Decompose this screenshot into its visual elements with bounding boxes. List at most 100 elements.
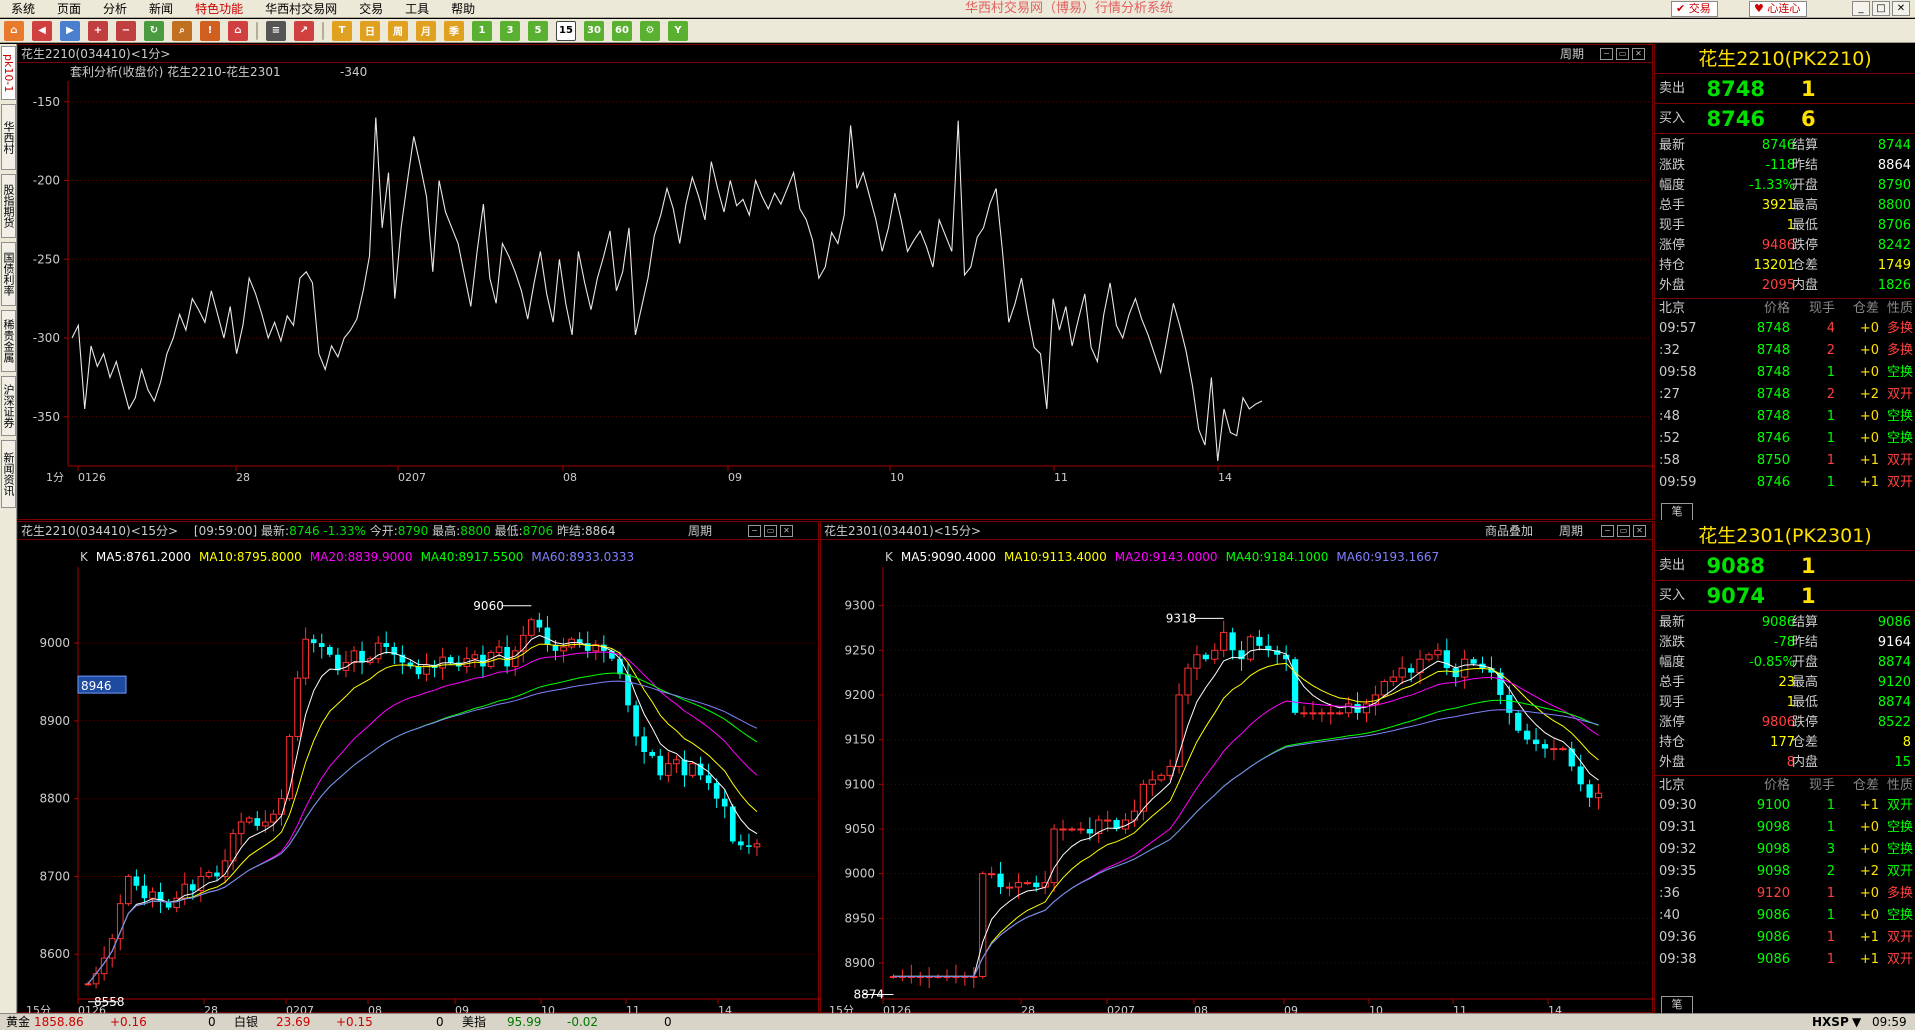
side-tab-0[interactable]: pk10-1 (1, 46, 16, 100)
y-tick-label: 8600 (39, 947, 70, 961)
candle-body (270, 813, 277, 823)
bid-price: 9074 (1706, 584, 1765, 608)
tick-oi-change: +2 (1859, 387, 1879, 402)
ask-row: 卖出 9088 1 (1655, 551, 1915, 581)
ask-qty: 1 (1801, 554, 1816, 578)
menu-item-8[interactable]: 帮助 (440, 0, 486, 18)
menu-item-2[interactable]: 分析 (92, 0, 138, 18)
period-custom-icon[interactable]: ⚙ (640, 20, 660, 41)
home-icon[interactable]: ⌂ (4, 20, 24, 41)
menu-item-6[interactable]: 交易 (348, 0, 394, 18)
maximize-icon[interactable]: □ (1872, 1, 1890, 16)
tick-volume: 1 (1826, 820, 1835, 835)
restore-icon[interactable]: ▭ (764, 525, 777, 537)
pane-close-icon[interactable]: ✕ (1632, 48, 1645, 60)
zoom-out-icon[interactable]: − (748, 525, 761, 537)
stat-label: 现手 (1659, 218, 1686, 233)
tick-volume: 2 (1826, 387, 1835, 402)
period-60min-icon[interactable]: 60 (612, 20, 632, 41)
tick-time: 09:35 (1659, 864, 1697, 879)
candle-body (1193, 654, 1201, 669)
period-1min-icon[interactable]: 1 (472, 20, 492, 41)
tick-time: 09:36 (1659, 930, 1697, 945)
spread-chart[interactable]: -150 -200 -250 -300 -350 0126 28 0207 08 09 10 11 14… (18, 64, 1654, 520)
period-button[interactable]: 周期 (1559, 522, 1583, 540)
period-tick-icon[interactable]: T (332, 20, 352, 41)
period-3min-icon[interactable]: 3 (500, 20, 520, 41)
candle-body (1050, 828, 1058, 884)
period-season-icon[interactable]: 季 (444, 20, 464, 41)
menu-item-1[interactable]: 页面 (46, 0, 92, 18)
period-button[interactable]: 周期 (688, 522, 712, 540)
interval-label: 1分 (46, 471, 64, 484)
menu-item-0[interactable]: 系统 (0, 0, 46, 18)
house-icon[interactable]: ⌂ (228, 20, 248, 41)
info-value-1: -1.33% (323, 524, 366, 538)
period-button[interactable]: 周期 (1560, 45, 1584, 63)
side-tab-4[interactable]: 稀贵金属 (1, 310, 16, 372)
side-tab-6[interactable]: 新闻资讯 (1, 440, 16, 508)
tick-oi-change: +0 (1859, 820, 1879, 835)
y-tick-label: -250 (33, 252, 60, 266)
stat-value: 8874 (1877, 655, 1911, 670)
candle-body (504, 647, 510, 667)
forward-icon[interactable]: ▶ (60, 20, 80, 41)
menu-item-5[interactable]: 华西村交易网 (254, 0, 348, 18)
tick-oi-change: +2 (1859, 864, 1879, 879)
alert-icon[interactable]: ! (200, 20, 220, 41)
candle-body (753, 843, 761, 848)
link-button[interactable]: ♥ 心连心 (1749, 1, 1808, 17)
stat-value: 1749 (1877, 258, 1911, 273)
kline-chart-2210[interactable]: 8600 8700 8800 8900 9000 K MA5:8761.2000 MA10:8… (18, 541, 820, 1013)
restore-icon[interactable]: ▭ (1617, 525, 1630, 537)
side-tab-3[interactable]: 国债利率 (1, 242, 16, 306)
ticks-header: 北京 价格 现手 仓差 性质 (1655, 776, 1915, 795)
ma-line-5 (893, 648, 1599, 977)
candle-body (527, 619, 535, 636)
pane-close-icon[interactable]: ✕ (780, 525, 793, 537)
period-year-icon[interactable]: Y (668, 20, 688, 41)
minimize-icon[interactable]: _ (1852, 1, 1870, 16)
ticks-tab[interactable]: 笔 (1661, 503, 1693, 520)
chart-icon[interactable]: ↗ (294, 20, 314, 41)
y-tick-label: -200 (33, 174, 60, 188)
close-icon[interactable]: ✕ (1892, 1, 1910, 16)
zoom-out-icon[interactable]: − (1600, 48, 1613, 60)
side-tab-5[interactable]: 沪深证券 (1, 376, 16, 436)
menu-item-4[interactable]: 特色功能 (184, 0, 254, 18)
menu-item-3[interactable]: 新闻 (138, 0, 184, 18)
y-tick-label: 8950 (844, 911, 875, 925)
ticks-tab[interactable]: 笔 (1661, 996, 1693, 1013)
kline-pane-2210: 花生2210(034410)<15分> [09:59:00] 最新:8746 -… (17, 521, 820, 1013)
pane-close-icon[interactable]: ✕ (1633, 525, 1646, 537)
zoom-out-icon[interactable]: − (1601, 525, 1614, 537)
candle-body (1130, 810, 1139, 821)
side-tab-1[interactable]: 华西村 (1, 104, 16, 170)
period-day-icon[interactable]: 日 (360, 20, 380, 41)
list-icon[interactable]: ≡ (266, 20, 286, 41)
stat-label: 跌停 (1792, 715, 1819, 730)
y-tick-label: 9300 (844, 599, 875, 613)
side-tab-2[interactable]: 股指期货 (1, 174, 16, 238)
zoom-out-icon[interactable]: − (116, 20, 136, 41)
search-icon[interactable]: ⌕ (172, 20, 192, 41)
y-tick-label: 8700 (39, 869, 70, 883)
period-30min-icon[interactable]: 30 (584, 20, 604, 41)
period-15min-icon[interactable]: 15 (556, 20, 576, 41)
refresh-icon[interactable]: ↻ (144, 20, 164, 41)
overlay-button[interactable]: 商品叠加 (1485, 522, 1533, 540)
zoom-in-icon[interactable]: + (88, 20, 108, 41)
kline-chart-2301[interactable]: 8900 8950 9000 9050 9100 9150 9200 9250 9300 K MA5… (821, 541, 1654, 1013)
menu-item-7[interactable]: 工具 (394, 0, 440, 18)
period-month-icon[interactable]: 月 (416, 20, 436, 41)
usd-price: 95.99 (507, 1015, 542, 1029)
period-5min-icon[interactable]: 5 (528, 20, 548, 41)
restore-icon[interactable]: ▭ (1616, 48, 1629, 60)
back-icon[interactable]: ◀ (32, 20, 52, 41)
info-value-4: 8706 (522, 524, 554, 538)
stat-value: 1826 (1877, 278, 1911, 293)
tick-time: :40 (1659, 908, 1680, 923)
period-week-icon[interactable]: 周 (388, 20, 408, 41)
stat-value: 15 (1894, 755, 1911, 770)
trade-button[interactable]: ✔ 交易 (1671, 1, 1718, 17)
